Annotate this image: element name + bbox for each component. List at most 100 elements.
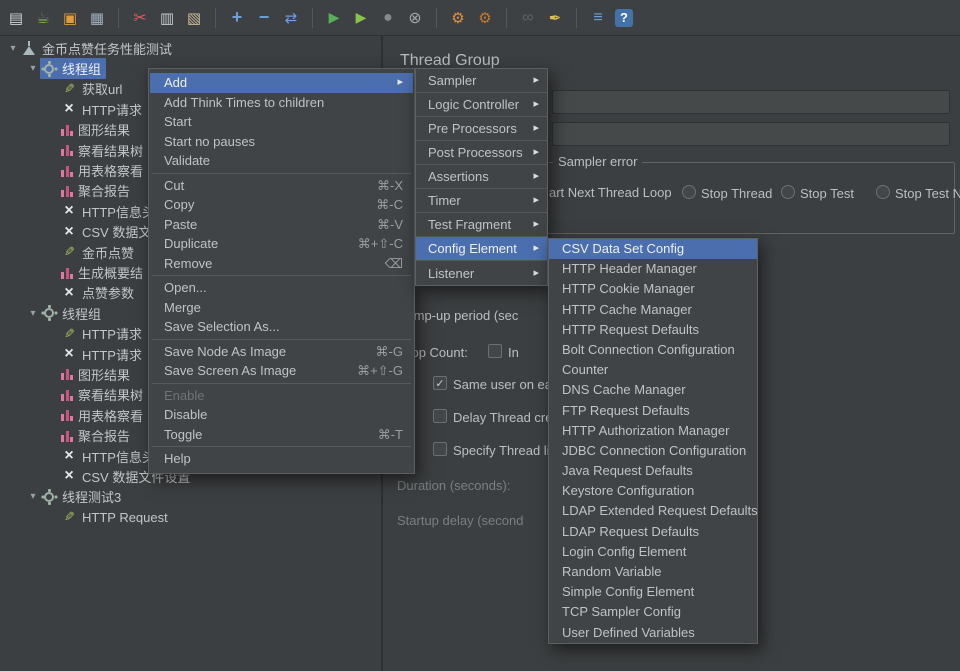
radio-stop-thread[interactable] [682,185,696,199]
add-button[interactable]: + [227,7,247,28]
config-submenu-item-java-request-defaults[interactable]: Java Request Defaults [549,461,757,481]
radio-label-stop-test-now[interactable]: Stop Test N [895,186,960,201]
help-button[interactable]: ? [615,8,633,27]
add-submenu-item-assertions[interactable]: Assertions ▸ [416,165,547,189]
config-submenu-item-http-header-manager[interactable]: HTTP Header Manager [549,259,757,279]
config-submenu-item-keystore-configuration[interactable]: Keystore Configuration [549,481,757,501]
context-menu-item-open[interactable]: Open... [150,278,413,298]
shortcut-label: ⌘+⇧-G [357,363,403,378]
tree-item-thread-group[interactable]: ▾ 线程测试3 [0,487,381,507]
context-menu-item-save-screen-as-image[interactable]: Save Screen As Image ⌘+⇧-G [150,361,413,381]
add-submenu-item-logic-controller[interactable]: Logic Controller ▸ [416,93,547,117]
shutdown-button[interactable]: ⊗ [405,8,425,28]
toggle-edit-button[interactable]: ⇄ [281,8,301,28]
add-submenu-item-test-fragment[interactable]: Test Fragment ▸ [416,213,547,237]
add-submenu-item-timer[interactable]: Timer ▸ [416,189,547,213]
shortcut-label: ⌘+⇧-C [357,236,403,251]
context-menu-item-paste[interactable]: Paste ⌘-V [150,215,413,235]
context-menu-item-remove[interactable]: Remove ⌫ [150,254,413,274]
add-submenu-item-listener[interactable]: Listener ▸ [416,261,547,285]
config-submenu-item-user-defined-variables[interactable]: User Defined Variables [549,623,757,643]
context-menu-item-disable[interactable]: Disable [150,405,413,425]
comments-field[interactable] [552,122,950,146]
search-button[interactable]: ∞ [518,8,538,28]
tree-item-test-plan[interactable]: ▾ 金币点赞任务性能测试 [0,38,381,58]
submenu-arrow-icon: ▸ [533,242,539,254]
delay-thread-checkbox[interactable] [433,409,447,423]
startup-delay-label: Startup delay (second [397,513,524,528]
toolbar-separator [506,7,507,28]
context-menu-item-add-think-times[interactable]: Add Think Times to children [150,93,413,113]
context-menu-item-save-node-as-image[interactable]: Save Node As Image ⌘-G [150,342,413,362]
context-menu-item-start-no-pauses[interactable]: Start no pauses [150,132,413,152]
config-submenu-item-ftp-request-defaults[interactable]: FTP Request Defaults [549,401,757,421]
tree-item-label: 获取url [82,82,123,98]
context-menu-item-toggle[interactable]: Toggle ⌘-T [150,425,413,445]
paste-button[interactable]: ▧ [184,8,204,28]
config-submenu-item-ldap-extended-request-defaults[interactable]: LDAP Extended Request Defaults [549,501,758,521]
radio-label-stop-thread[interactable]: Stop Thread [701,186,772,201]
config-submenu-item-counter[interactable]: Counter [549,360,757,380]
radio-label-continue[interactable]: art Next Thread Loop [549,185,672,200]
start-button[interactable]: ▶ [324,8,344,28]
config-submenu-item-csv-data-set-config[interactable]: CSV Data Set Config [549,239,757,260]
context-menu-item-duplicate[interactable]: Duplicate ⌘+⇧-C [150,234,413,254]
context-menu-item-copy[interactable]: Copy ⌘-C [150,195,413,215]
context-menu-item-merge[interactable]: Merge [150,298,413,318]
config-submenu-item-http-cache-manager[interactable]: HTTP Cache Manager [549,300,757,320]
expander-icon[interactable]: ▾ [26,63,40,74]
submenu-arrow-icon: ▸ [533,146,539,158]
infinite-checkbox[interactable] [488,344,502,358]
cut-button[interactable]: ✂ [130,8,150,28]
add-submenu-item-pre-processors[interactable]: Pre Processors ▸ [416,117,547,141]
save-button[interactable]: ▦ [87,8,107,28]
start-no-pauses-button[interactable]: ▶ [351,8,371,28]
context-menu-item-cut[interactable]: Cut ⌘-X [150,176,413,196]
context-menu-item-validate[interactable]: Validate [150,151,413,171]
config-submenu-item-random-variable[interactable]: Random Variable [549,562,757,582]
search-reset-button[interactable]: ✒ [545,8,565,28]
submenu-arrow-icon: ▸ [533,194,539,206]
config-submenu-item-login-config-element[interactable]: Login Config Element [549,542,757,562]
config-submenu-item-http-cookie-manager[interactable]: HTTP Cookie Manager [549,279,757,299]
config-submenu-item-dns-cache-manager[interactable]: DNS Cache Manager [549,380,757,400]
name-field[interactable] [552,90,950,114]
add-submenu-item-sampler[interactable]: Sampler ▸ [416,69,547,93]
context-menu-item-start[interactable]: Start [150,112,413,132]
radio-label-stop-test[interactable]: Stop Test [800,186,854,201]
expander-icon[interactable]: ▾ [6,43,20,54]
stop-button[interactable]: ● [378,8,398,28]
same-user-checkbox[interactable]: ✓ [433,376,447,390]
tree-item-sampler[interactable]: HTTP Request [0,507,381,527]
expander-icon[interactable]: ▾ [26,308,40,319]
config-submenu-item-jdbc-connection-configuration[interactable]: JDBC Connection Configuration [549,441,757,461]
submenu-arrow-icon: ▸ [533,98,539,110]
add-submenu-item-post-processors[interactable]: Post Processors ▸ [416,141,547,165]
context-menu-item-save-selection-as[interactable]: Save Selection As... [150,317,413,337]
tree-item-label: 聚合报告 [78,184,131,200]
config-submenu-item-ldap-request-defaults[interactable]: LDAP Request Defaults [549,522,757,542]
config-submenu-item-http-authorization-manager[interactable]: HTTP Authorization Manager [549,421,757,441]
config-submenu-item-simple-config-element[interactable]: Simple Config Element [549,582,757,602]
context-menu-item-help[interactable]: Help [150,449,413,469]
expander-icon[interactable]: ▾ [26,491,40,502]
config-submenu-item-bolt-connection-configuration[interactable]: Bolt Connection Configuration [549,340,757,360]
listener-icon [61,123,73,136]
config-submenu-item-http-request-defaults[interactable]: HTTP Request Defaults [549,320,757,340]
submenu-arrow-icon: ▸ [533,218,539,230]
open-file-button[interactable]: ▣ [60,8,80,28]
copy-button[interactable]: ▥ [157,8,177,28]
templates-button[interactable]: ☕ [33,8,53,28]
radio-stop-test[interactable] [781,185,795,199]
context-menu-item-add[interactable]: Add ▸ [150,73,413,93]
clear-button[interactable]: ⚙ [448,8,468,28]
new-file-button[interactable]: ▤ [6,8,26,28]
radio-stop-test-now[interactable] [876,185,890,199]
function-helper-button[interactable]: ≡ [588,8,608,28]
config-submenu-item-tcp-sampler-config[interactable]: TCP Sampler Config [549,602,757,622]
add-submenu: Sampler ▸ Logic Controller ▸ Pre Process… [415,68,548,286]
clear-all-button[interactable]: ⚙ [475,8,495,28]
specify-lifetime-checkbox[interactable] [433,442,447,456]
remove-button[interactable]: − [254,7,274,28]
add-submenu-item-config-element[interactable]: Config Element ▸ [416,237,547,261]
